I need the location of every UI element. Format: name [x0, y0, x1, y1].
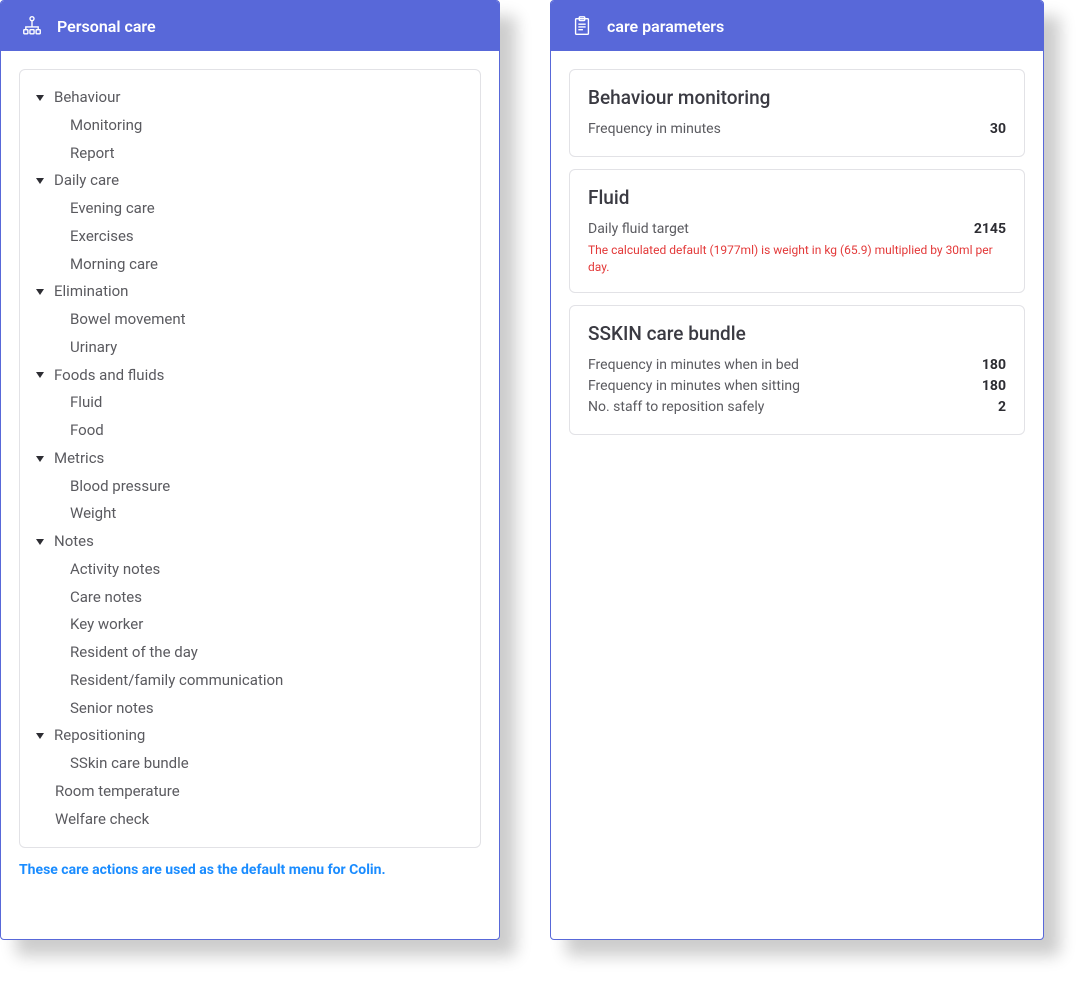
param-value: 2145 [974, 219, 1006, 240]
tree-child[interactable]: Resident/family communication [32, 667, 468, 695]
tree-parent-label: Behaviour [54, 84, 120, 112]
tree-parent-label: Room temperature [55, 778, 180, 806]
clipboard-icon [571, 15, 593, 37]
care-parameters-panel: care parameters Behaviour monitoring Freq… [550, 0, 1044, 940]
personal-care-panel: Personal care BehaviourMonitoringReportD… [0, 0, 500, 940]
param-card-title: Fluid [588, 186, 1006, 209]
tree-parent[interactable]: Metrics [32, 445, 468, 473]
chevron-down-icon [36, 289, 44, 295]
param-value: 180 [982, 376, 1006, 397]
tree-child[interactable]: Senior notes [32, 695, 468, 723]
tree-child[interactable]: Fluid [32, 389, 468, 417]
care-parameters-body: Behaviour monitoring Frequency in minutes… [551, 51, 1043, 465]
tree-parent-label: Elimination [54, 278, 128, 306]
tree-parent[interactable]: Elimination [32, 278, 468, 306]
tree-parent[interactable]: Foods and fluids [32, 362, 468, 390]
tree-child[interactable]: Exercises [32, 223, 468, 251]
tree-parent[interactable]: Behaviour [32, 84, 468, 112]
chevron-down-icon [36, 539, 44, 545]
tree-parent[interactable]: Room temperature [32, 778, 468, 806]
tree-parent-label: Welfare check [55, 806, 149, 834]
personal-care-title: Personal care [57, 17, 156, 36]
care-parameters-header: care parameters [551, 1, 1043, 51]
param-label: No. staff to reposition safely [588, 397, 764, 418]
tree-parent[interactable]: Welfare check [32, 806, 468, 834]
sitemap-icon [21, 15, 43, 37]
param-value: 180 [982, 355, 1006, 376]
param-card: Behaviour monitoring Frequency in minutes… [569, 69, 1025, 157]
param-note: The calculated default (1977ml) is weigh… [588, 242, 1006, 276]
param-label: Frequency in minutes [588, 119, 721, 140]
tree-child[interactable]: Bowel movement [32, 306, 468, 334]
param-value: 30 [990, 119, 1006, 140]
param-label: Frequency in minutes when sitting [588, 376, 800, 397]
param-label: Frequency in minutes when in bed [588, 355, 799, 376]
personal-care-header: Personal care [1, 1, 499, 51]
tree-child[interactable]: Report [32, 140, 468, 168]
param-card: SSKIN care bundle Frequency in minutes wh… [569, 305, 1025, 435]
care-tree: BehaviourMonitoringReportDaily careEveni… [19, 69, 481, 848]
param-label: Daily fluid target [588, 219, 689, 240]
tree-child[interactable]: Evening care [32, 195, 468, 223]
personal-care-body: BehaviourMonitoringReportDaily careEveni… [1, 51, 499, 896]
chevron-down-icon [36, 372, 44, 378]
param-card: Fluid Daily fluid target 2145The calculate… [569, 169, 1025, 293]
tree-child[interactable]: Monitoring [32, 112, 468, 140]
tree-child[interactable]: Blood pressure [32, 473, 468, 501]
param-row: Frequency in minutes when in bed 180 [588, 355, 1006, 376]
care-parameters-title: care parameters [607, 17, 724, 36]
chevron-down-icon [36, 733, 44, 739]
tree-child[interactable]: Urinary [32, 334, 468, 362]
param-card-title: SSKIN care bundle [588, 322, 1006, 345]
tree-parent-label: Foods and fluids [54, 362, 164, 390]
tree-parent[interactable]: Repositioning [32, 722, 468, 750]
tree-child[interactable]: Activity notes [32, 556, 468, 584]
footer-note: These care actions are used as the defau… [19, 862, 481, 878]
tree-child[interactable]: Resident of the day [32, 639, 468, 667]
tree-child[interactable]: SSkin care bundle [32, 750, 468, 778]
param-row: Daily fluid target 2145 [588, 219, 1006, 240]
tree-parent[interactable]: Daily care [32, 167, 468, 195]
param-value: 2 [998, 397, 1006, 418]
tree-parent-label: Metrics [54, 445, 104, 473]
chevron-down-icon [36, 95, 44, 101]
tree-parent-label: Repositioning [54, 722, 145, 750]
tree-parent-label: Daily care [54, 167, 119, 195]
chevron-down-icon [36, 456, 44, 462]
tree-child[interactable]: Key worker [32, 611, 468, 639]
tree-parent-label: Notes [54, 528, 94, 556]
param-row: Frequency in minutes when sitting 180 [588, 376, 1006, 397]
tree-child[interactable]: Care notes [32, 584, 468, 612]
tree-child[interactable]: Weight [32, 500, 468, 528]
param-card-title: Behaviour monitoring [588, 86, 1006, 109]
tree-parent[interactable]: Notes [32, 528, 468, 556]
chevron-down-icon [36, 178, 44, 184]
tree-child[interactable]: Food [32, 417, 468, 445]
param-row: No. staff to reposition safely 2 [588, 397, 1006, 418]
param-row: Frequency in minutes 30 [588, 119, 1006, 140]
tree-child[interactable]: Morning care [32, 251, 468, 279]
